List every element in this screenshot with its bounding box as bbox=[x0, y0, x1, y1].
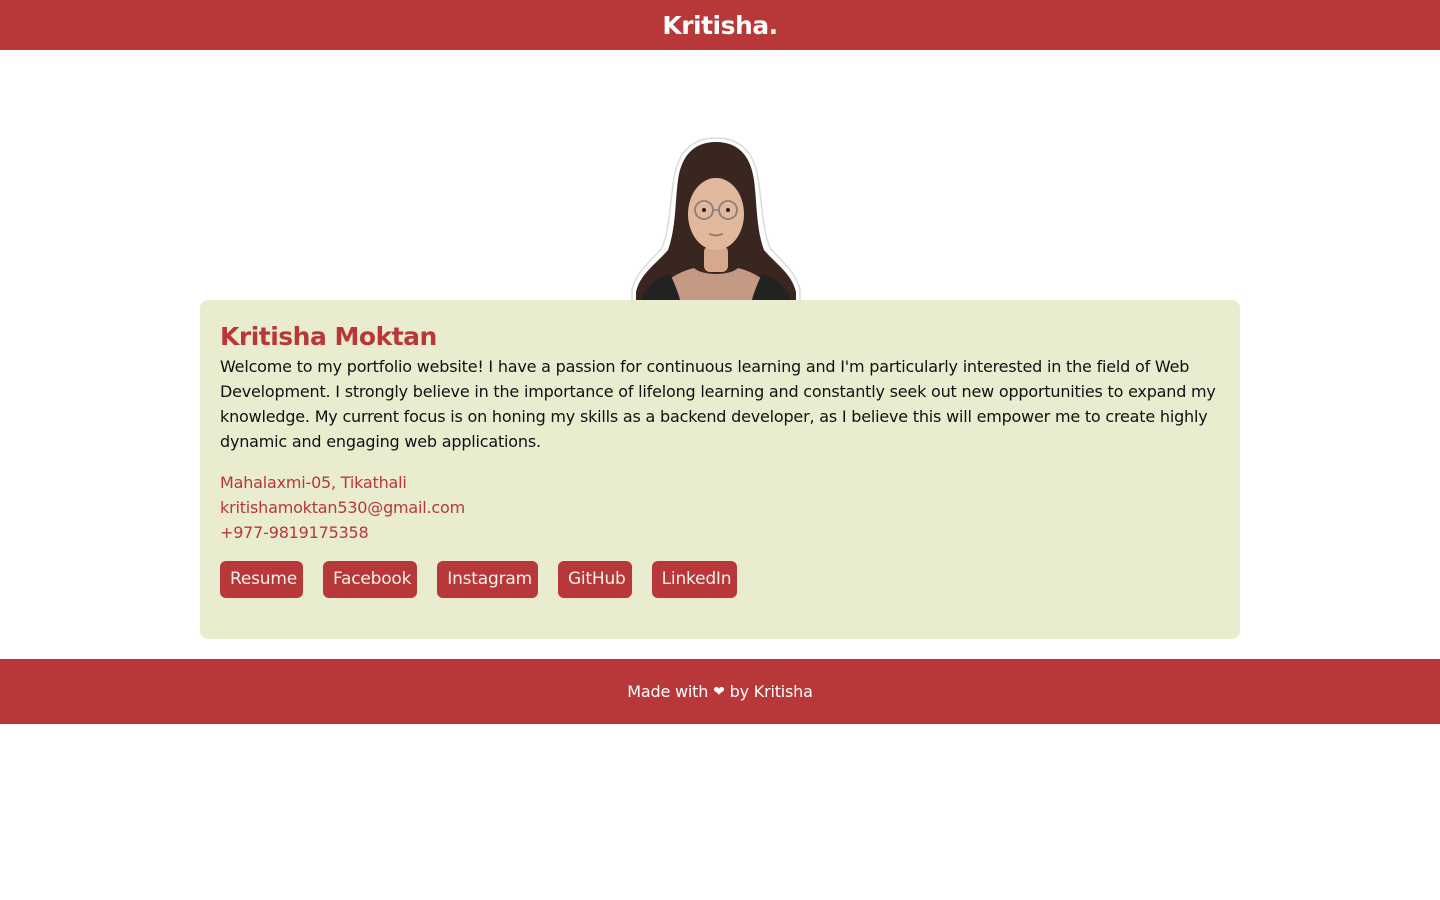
brand-logo[interactable]: Kritisha. bbox=[662, 11, 778, 40]
profile-bio: Welcome to my portfolio website! I have … bbox=[220, 357, 1216, 451]
avatar-section bbox=[0, 50, 1440, 309]
resume-button[interactable]: Resume bbox=[220, 561, 303, 598]
address-text: Mahalaxmi-05, Tikathali bbox=[220, 473, 407, 492]
github-button[interactable]: GitHub bbox=[557, 561, 632, 598]
profile-name: Kritisha Moktan bbox=[220, 322, 437, 351]
contact-info: Mahalaxmi-05, Tikathali kritishamoktan53… bbox=[220, 470, 1220, 545]
page-footer: Made with ❤ by Kritisha bbox=[0, 659, 1440, 724]
facebook-button[interactable]: Facebook bbox=[322, 561, 418, 598]
profile-card: Kritisha Moktan Welcome to my portfolio … bbox=[200, 300, 1240, 639]
top-navbar: Kritisha. bbox=[0, 0, 1440, 50]
phone-link[interactable]: +977-9819175358 bbox=[220, 520, 1220, 545]
heart-icon: ❤ bbox=[713, 683, 725, 700]
social-links: Resume Facebook Instagram GitHub LinkedI… bbox=[220, 561, 1220, 598]
footer-made-with: Made with bbox=[627, 682, 709, 701]
email-link[interactable]: kritishamoktan530@gmail.com bbox=[220, 495, 1220, 520]
footer-author: by Kritisha bbox=[729, 682, 813, 701]
linkedin-button[interactable]: LinkedIn bbox=[651, 561, 738, 598]
instagram-button[interactable]: Instagram bbox=[437, 561, 538, 598]
profile-photo bbox=[631, 137, 801, 309]
